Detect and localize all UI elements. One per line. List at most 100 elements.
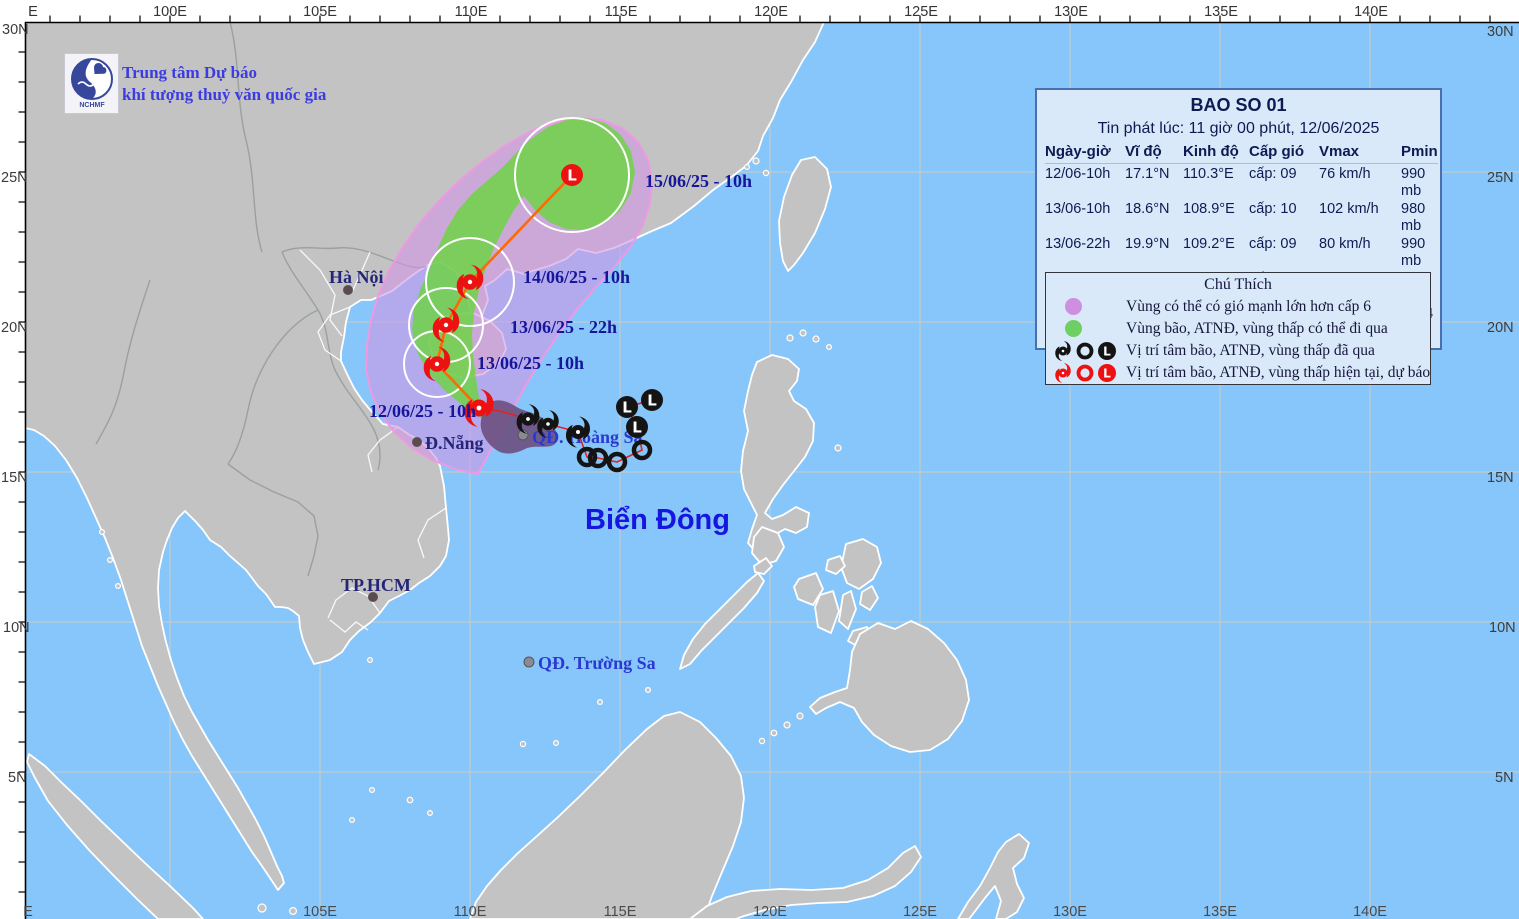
table-cell: 110.3°E	[1183, 165, 1234, 182]
svg-text:L: L	[1103, 344, 1111, 358]
org-title-line2: khí tượng thuỷ văn quốc gia	[122, 85, 327, 104]
svg-text:L: L	[1103, 366, 1111, 380]
islet	[770, 729, 778, 737]
table-header-cell: Ngày-giờ	[1045, 143, 1125, 164]
axis-label-top: 120E	[754, 4, 788, 20]
legend-current-symbols-icon: L	[1046, 362, 1126, 384]
islet	[427, 809, 434, 816]
axis-label-left: 15N	[1, 470, 28, 486]
table-cell: cấp: 09	[1249, 235, 1297, 252]
islet	[752, 157, 760, 165]
islet	[743, 164, 750, 171]
legend-past-symbols-icon: L	[1046, 340, 1126, 362]
axis-label-bottom: 115E	[604, 904, 637, 919]
table-cell: 80 km/h	[1319, 235, 1371, 252]
legend-panel: Chú Thích Vùng có thể có gió mạnh lớn hơ…	[1045, 272, 1431, 385]
islet	[786, 334, 794, 342]
axis-label-bottom: E	[23, 904, 33, 919]
axis-label-left: 5N	[8, 770, 27, 786]
forecast-date-label: 15/06/25 - 10h	[645, 171, 752, 191]
table-header-cell: Kinh độ	[1183, 143, 1249, 164]
islet	[812, 335, 820, 343]
islet	[114, 582, 121, 589]
nchmf-logo-icon: NCHMF	[70, 57, 113, 109]
islet	[825, 344, 832, 351]
axis-label-top: 125E	[904, 4, 938, 20]
table-header-cell: Cấp gió	[1249, 143, 1319, 164]
table-cell: 990 mb	[1401, 235, 1426, 270]
axis-label-bottom: 105E	[303, 904, 337, 919]
axis-label-top: 100E	[153, 4, 187, 20]
axis-label-right: 30N	[1487, 24, 1514, 40]
axis-label-left: 30N	[2, 22, 29, 38]
islet	[367, 656, 374, 663]
legend-item: Vùng bão, ATNĐ, vùng thấp có thể đi qua	[1046, 318, 1430, 339]
table-cell: 18.6°N	[1125, 200, 1170, 217]
axis-label-top: E	[28, 4, 38, 20]
axis-label-right: 10N	[1489, 620, 1516, 636]
legend-item-label: Vị trí tâm bão, ATNĐ, vùng thấp đã qua	[1126, 341, 1375, 359]
axis-label-top: 140E	[1354, 4, 1388, 20]
legend-green-area-icon	[1046, 320, 1126, 337]
axis-label-right: 25N	[1487, 170, 1514, 186]
storm-forecast-map-page: Hà Nội Đ.Nẵng TP.HCM QĐ. Hoàng Sa QĐ. Trường…	[0, 0, 1519, 919]
islet	[369, 786, 376, 793]
axis-label-top: 135E	[1204, 4, 1238, 20]
islet	[106, 556, 113, 563]
table-cell: 19.9°N	[1125, 235, 1170, 252]
place-marker	[412, 437, 422, 447]
table-header-cell: Vĩ độ	[1125, 143, 1183, 164]
forecast-date-label: 13/06/25 - 10h	[477, 353, 584, 373]
axis-label-left: 25N	[1, 170, 28, 186]
axis-label-top: 130E	[1054, 4, 1088, 20]
islet	[406, 796, 414, 804]
low-pressure-letter: L	[567, 167, 577, 185]
axis-label-bottom: 125E	[903, 904, 937, 919]
axis-label-right: 5N	[1495, 770, 1514, 786]
nchmf-logo-text: NCHMF	[79, 102, 105, 109]
low-pressure-letter: L	[647, 392, 657, 410]
storm-issued-time: Tin phát lúc: 11 giờ 00 phút, 12/06/2025	[1097, 120, 1380, 137]
place-label: TP.HCM	[341, 575, 411, 595]
low-pressure-letter: L	[622, 399, 632, 417]
legend-item-label: Vùng có thể có gió mạnh lớn hơn cấp 6	[1126, 297, 1371, 315]
axis-label-bottom: 110E	[454, 904, 487, 919]
axis-label-right: 20N	[1487, 320, 1514, 336]
low-pressure-letter: L	[632, 419, 642, 437]
table-header-cell: Pmin	[1401, 143, 1438, 164]
islet	[519, 740, 527, 748]
legend-item: L Vị trí tâm bão, ATNĐ, vùng thấp đã qua	[1046, 340, 1430, 361]
islet	[289, 906, 298, 915]
nchmf-logo: NCHMF	[64, 53, 119, 114]
legend-item: L Vị trí tâm bão, ATNĐ, vùng thấp hiện tạ…	[1046, 362, 1430, 383]
table-cell: cấp: 09	[1249, 165, 1297, 182]
islet	[758, 737, 766, 745]
place-label: QĐ. Trường Sa	[538, 653, 656, 673]
islet	[257, 903, 267, 913]
axis-label-bottom: 135E	[1203, 904, 1237, 919]
place-label: Hà Nội	[329, 267, 384, 287]
table-cell: 76 km/h	[1319, 165, 1371, 182]
islet	[796, 712, 804, 720]
table-cell: 108.9°E	[1183, 200, 1235, 217]
islet	[596, 698, 603, 705]
islet	[98, 528, 105, 535]
axis-label-top: 110E	[455, 4, 488, 20]
org-title-line1: Trung tâm Dự báo	[122, 63, 258, 82]
axis-label-left: 20N	[1, 320, 28, 336]
forecast-date-label: 12/06/25 - 10h	[369, 401, 476, 421]
place-marker	[523, 656, 535, 668]
table-cell: 102 km/h	[1319, 200, 1379, 217]
table-cell: 990 mb	[1401, 165, 1426, 200]
axis-label-bottom: 120E	[753, 904, 787, 919]
islet	[349, 816, 356, 823]
islet	[552, 739, 559, 746]
table-cell: cấp: 10	[1249, 200, 1297, 217]
islet	[762, 169, 770, 177]
table-header-cell: Vmax	[1319, 143, 1401, 164]
legend-title: Chú Thích	[1204, 276, 1272, 293]
storm-title: BAO SO 01	[1190, 95, 1287, 115]
axis-label-left: 10N	[3, 620, 30, 636]
legend-item-label: Vị trí tâm bão, ATNĐ, vùng thấp hiện tại…	[1126, 363, 1431, 381]
axis-label-bottom: 130E	[1053, 904, 1087, 919]
